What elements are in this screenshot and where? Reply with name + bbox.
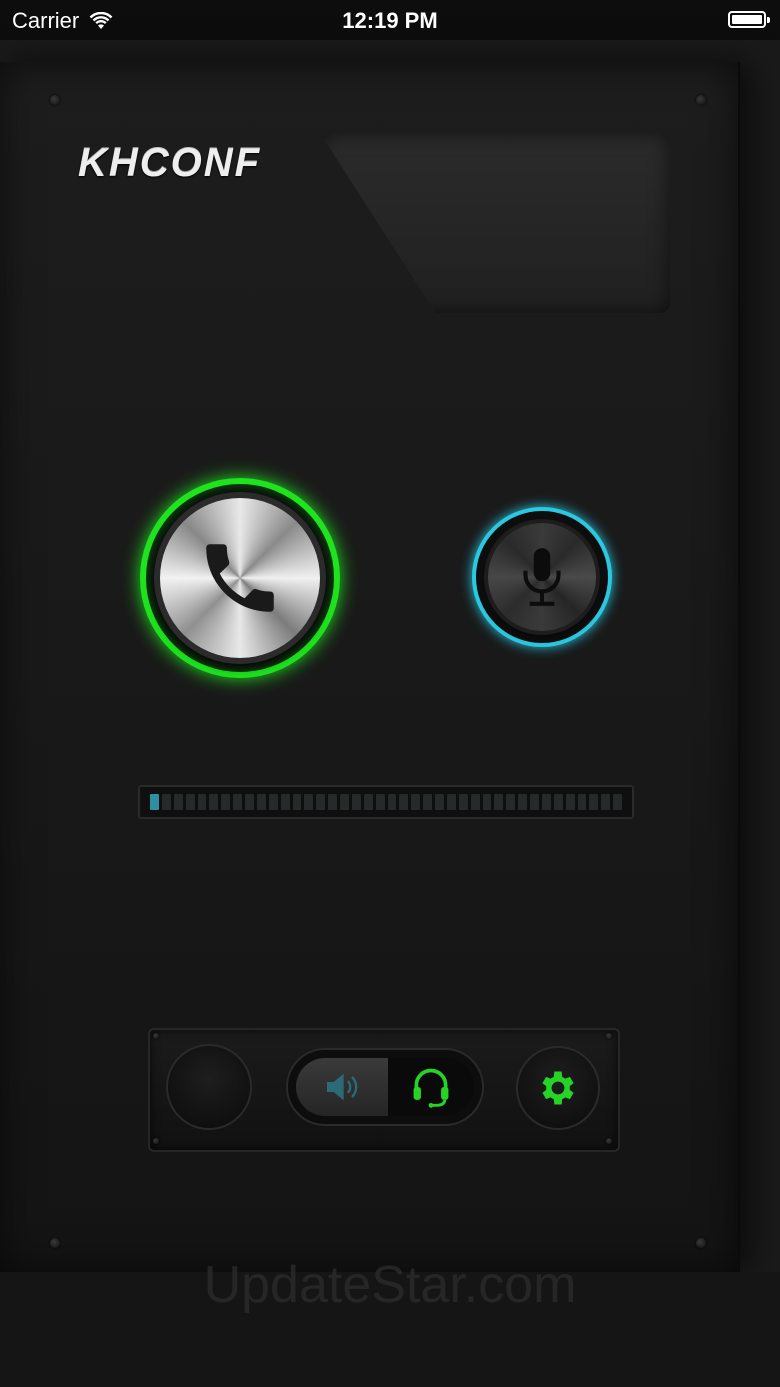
- screw-icon: [50, 1238, 60, 1248]
- meter-segment: [601, 794, 611, 810]
- meter-segment: [446, 794, 456, 810]
- meter-segment: [268, 794, 278, 810]
- meter-segment: [577, 794, 587, 810]
- meter-segment: [233, 794, 242, 810]
- screw-icon: [606, 1033, 612, 1039]
- app-logo: KHCONF: [78, 140, 262, 184]
- speaker-option[interactable]: [296, 1058, 388, 1116]
- meter-segment: [470, 794, 480, 810]
- status-bar: Carrier 12:19 PM: [0, 0, 780, 40]
- headset-icon: [413, 1068, 449, 1108]
- meter-segment: [387, 794, 397, 810]
- screw-icon: [606, 1138, 612, 1144]
- meter-segment: [185, 794, 195, 810]
- meter-segment: [328, 794, 337, 810]
- meter-segment: [340, 794, 349, 810]
- call-button[interactable]: [160, 498, 320, 658]
- meter-segment: [482, 794, 492, 810]
- gear-icon: [542, 1071, 574, 1105]
- meter-segment: [161, 794, 171, 810]
- blank-button[interactable]: [166, 1044, 252, 1130]
- battery-icon: [728, 11, 770, 28]
- meter-segment: [256, 794, 266, 810]
- meter-segment: [589, 794, 599, 810]
- speaker-icon: [327, 1073, 358, 1101]
- meter-segment: [197, 794, 207, 810]
- phone-icon: [206, 544, 274, 612]
- screw-icon: [153, 1033, 159, 1039]
- meter-segment: [458, 794, 468, 810]
- meter-segment: [351, 794, 361, 810]
- meter-segment: [209, 794, 219, 810]
- status-time: 12:19 PM: [342, 8, 438, 33]
- watermark: UpdateStar.com: [203, 1256, 577, 1314]
- meter-segment: [411, 794, 421, 810]
- meter-segment: [245, 794, 254, 810]
- meter-segment: [150, 794, 159, 810]
- meter-segment: [565, 794, 575, 810]
- screw-icon: [696, 1238, 706, 1248]
- meter-segment: [530, 794, 539, 810]
- meter-segment: [541, 794, 551, 810]
- audio-level-meter: [138, 785, 634, 819]
- meter-segment: [173, 794, 183, 810]
- meter-segment: [316, 794, 326, 810]
- mic-button[interactable]: [488, 523, 596, 631]
- microphone-icon: [523, 548, 561, 606]
- meter-segment: [280, 794, 290, 810]
- meter-segment: [304, 794, 314, 810]
- settings-button[interactable]: [516, 1046, 600, 1130]
- meter-segment: [363, 794, 373, 810]
- audio-output-toggle[interactable]: [286, 1048, 484, 1126]
- meter-segment: [613, 794, 622, 810]
- meter-segment: [375, 794, 385, 810]
- meter-segment: [506, 794, 516, 810]
- screw-icon: [153, 1138, 159, 1144]
- screw-icon: [696, 95, 706, 105]
- meter-segment: [292, 794, 302, 810]
- meter-segment: [221, 794, 231, 810]
- meter-segment: [435, 794, 444, 810]
- meter-segment: [553, 794, 563, 810]
- headset-option[interactable]: [388, 1058, 474, 1116]
- meter-segment: [494, 794, 504, 810]
- meter-segment: [399, 794, 409, 810]
- screw-icon: [50, 95, 60, 105]
- meter-segment: [423, 794, 432, 810]
- meter-segment: [518, 794, 527, 810]
